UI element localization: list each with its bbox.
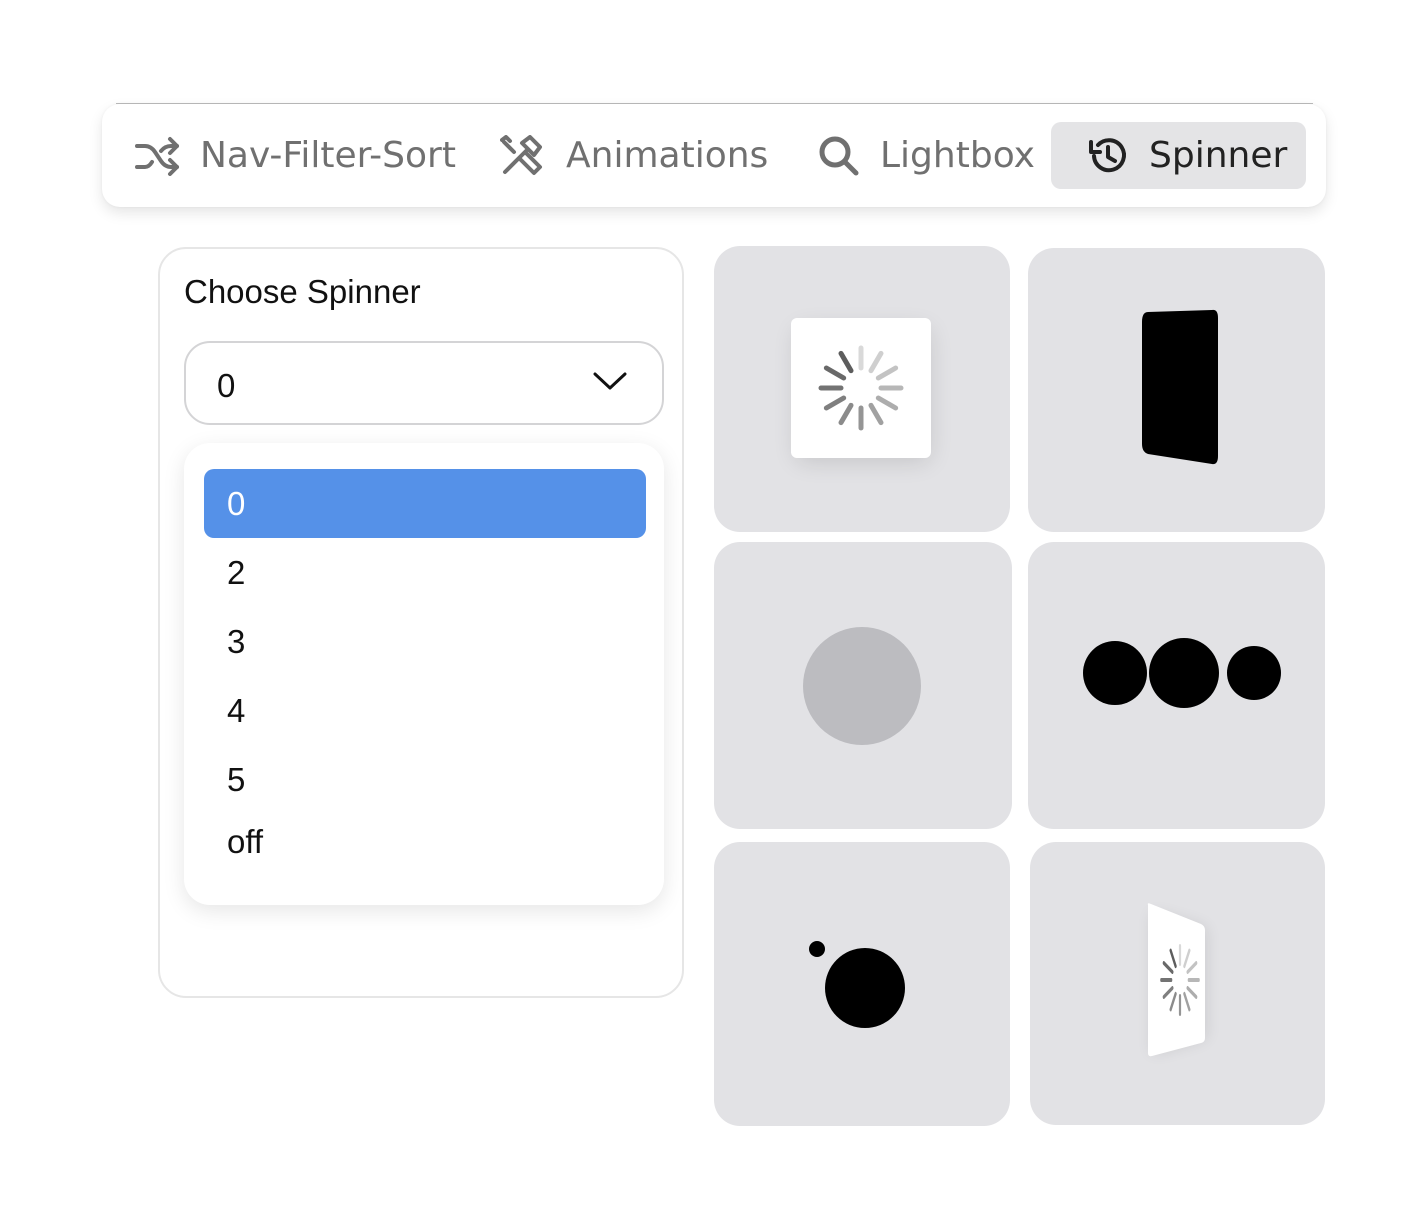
option-off[interactable]: off xyxy=(204,807,646,876)
three-dots-icon xyxy=(1083,638,1281,708)
tab-nav-filter-sort[interactable]: Nav-Filter-Sort xyxy=(134,122,456,189)
option-label: 2 xyxy=(227,554,246,591)
history-icon xyxy=(1087,135,1129,177)
spinner-tile-1[interactable] xyxy=(714,246,1010,532)
option-label: 3 xyxy=(227,623,246,660)
tab-label: Animations xyxy=(566,135,769,176)
ios-spinner-card-icon xyxy=(791,318,931,462)
select-value: 0 xyxy=(217,367,236,404)
spinner-tile-3[interactable] xyxy=(714,542,1012,829)
option-3[interactable]: 3 xyxy=(204,607,646,676)
spinner-chooser-panel: Choose Spinner 0 0 2 3 4 5 off xyxy=(158,247,684,998)
option-5[interactable]: 5 xyxy=(204,745,646,814)
tab-lightbox[interactable]: Lightbox xyxy=(818,122,1035,189)
tab-spinner[interactable]: Spinner xyxy=(1051,122,1306,189)
option-4[interactable]: 4 xyxy=(204,676,646,745)
tab-label: Spinner xyxy=(1149,135,1288,176)
tab-label: Nav-Filter-Sort xyxy=(200,135,456,176)
panel-title: Choose Spinner xyxy=(184,273,421,310)
tab-label: Lightbox xyxy=(880,135,1035,176)
search-icon xyxy=(818,135,860,177)
spinner-tile-5[interactable] xyxy=(714,842,1010,1126)
option-2[interactable]: 2 xyxy=(204,538,646,607)
tab-animations[interactable]: Animations xyxy=(500,122,768,189)
nav-bar: Nav-Filter-Sort Animations Lightbox Spin… xyxy=(102,104,1326,207)
option-label: 5 xyxy=(227,761,246,798)
option-0[interactable]: 0 xyxy=(204,469,646,538)
option-label: 4 xyxy=(227,692,246,729)
option-label: 0 xyxy=(227,485,246,522)
chevron-down-icon xyxy=(592,369,628,398)
spinner-tile-4[interactable] xyxy=(1028,542,1325,829)
flipping-card-icon xyxy=(1142,309,1218,465)
tools-icon xyxy=(500,134,546,177)
option-label: off xyxy=(227,823,264,860)
spinner-tile-6[interactable] xyxy=(1030,842,1325,1125)
spinner-tile-2[interactable] xyxy=(1028,248,1325,532)
spinner-select[interactable]: 0 xyxy=(184,341,664,425)
pulsing-circle-icon xyxy=(803,627,921,745)
select-dropdown: 0 2 3 4 5 off xyxy=(184,443,664,905)
tilted-spinner-card-icon xyxy=(1147,903,1206,1057)
shuffle-icon xyxy=(134,136,180,176)
orbit-dot-icon xyxy=(809,941,905,1028)
